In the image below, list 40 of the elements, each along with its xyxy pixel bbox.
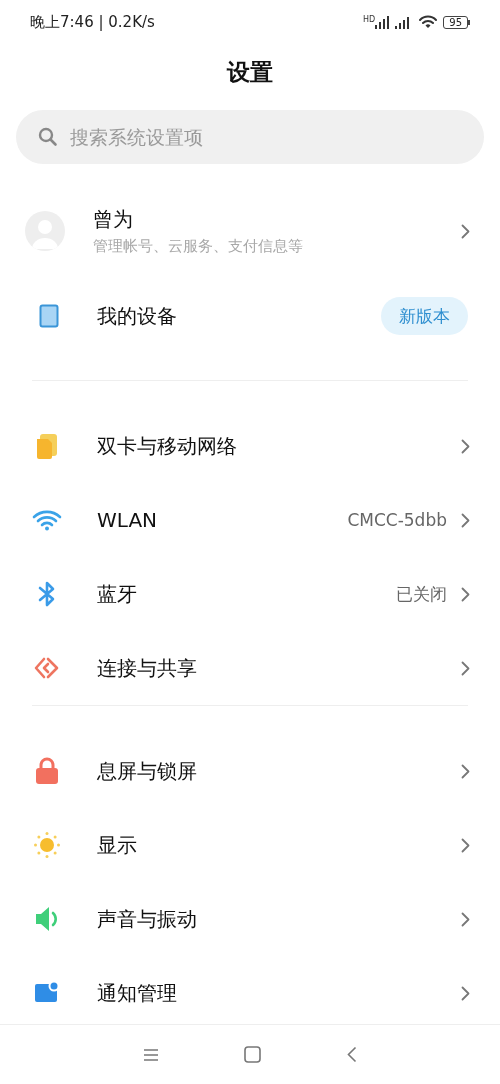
status-time: 晚上7:46 | 0.2K/s: [30, 12, 155, 32]
notification-icon: [33, 981, 60, 1005]
page-title: 设置: [225, 57, 274, 87]
device-row[interactable]: 我的设备 新版本: [0, 278, 500, 354]
settings-row[interactable]: 显示: [0, 808, 500, 882]
home-square-icon[interactable]: [244, 1046, 262, 1063]
wifi-icon: [31, 509, 62, 531]
sim-card-icon: [34, 433, 59, 459]
network-type-label: HD: [363, 15, 376, 24]
settings-row[interactable]: 双卡与移动网络: [0, 409, 500, 483]
chevron-right-icon: [461, 512, 470, 528]
settings-row[interactable]: WLAN CMCC-5dbb: [0, 483, 500, 557]
settings-row[interactable]: 息屏与锁屏: [0, 734, 500, 808]
phone-icon: [38, 304, 59, 328]
speaker-icon: [33, 905, 60, 933]
back-icon[interactable]: [347, 1046, 358, 1063]
settings-row[interactable]: 蓝牙 已关闭: [0, 557, 500, 631]
settings-row[interactable]: 通知管理: [0, 956, 500, 1024]
lock-icon: [33, 757, 60, 785]
chevron-right-icon: [461, 660, 470, 676]
search-icon: [38, 127, 58, 147]
search-field[interactable]: 搜索系统设置项: [16, 110, 484, 164]
wifi-icon: [419, 15, 438, 29]
device-label: 我的设备: [97, 302, 178, 330]
signal-icon: [375, 15, 390, 29]
account-name: 曾为: [93, 206, 134, 233]
battery-icon: 95: [443, 15, 470, 29]
account-subtitle: 管理帐号、云服务、支付信息等: [93, 237, 304, 256]
chevron-right-icon: [461, 438, 470, 454]
account-row[interactable]: 曾为 管理帐号、云服务、支付信息等: [0, 192, 500, 270]
chevron-right-icon: [461, 763, 470, 779]
chevron-right-icon: [461, 985, 470, 1001]
chevron-right-icon: [461, 911, 470, 927]
settings-row[interactable]: 连接与共享: [0, 631, 500, 705]
menu-icon[interactable]: [142, 1047, 159, 1062]
chevron-right-icon: [461, 837, 470, 853]
sun-icon: [32, 831, 61, 859]
chevron-right-icon: [461, 586, 470, 602]
settings-row[interactable]: 声音与振动: [0, 882, 500, 956]
chevron-right-icon: [461, 223, 470, 239]
